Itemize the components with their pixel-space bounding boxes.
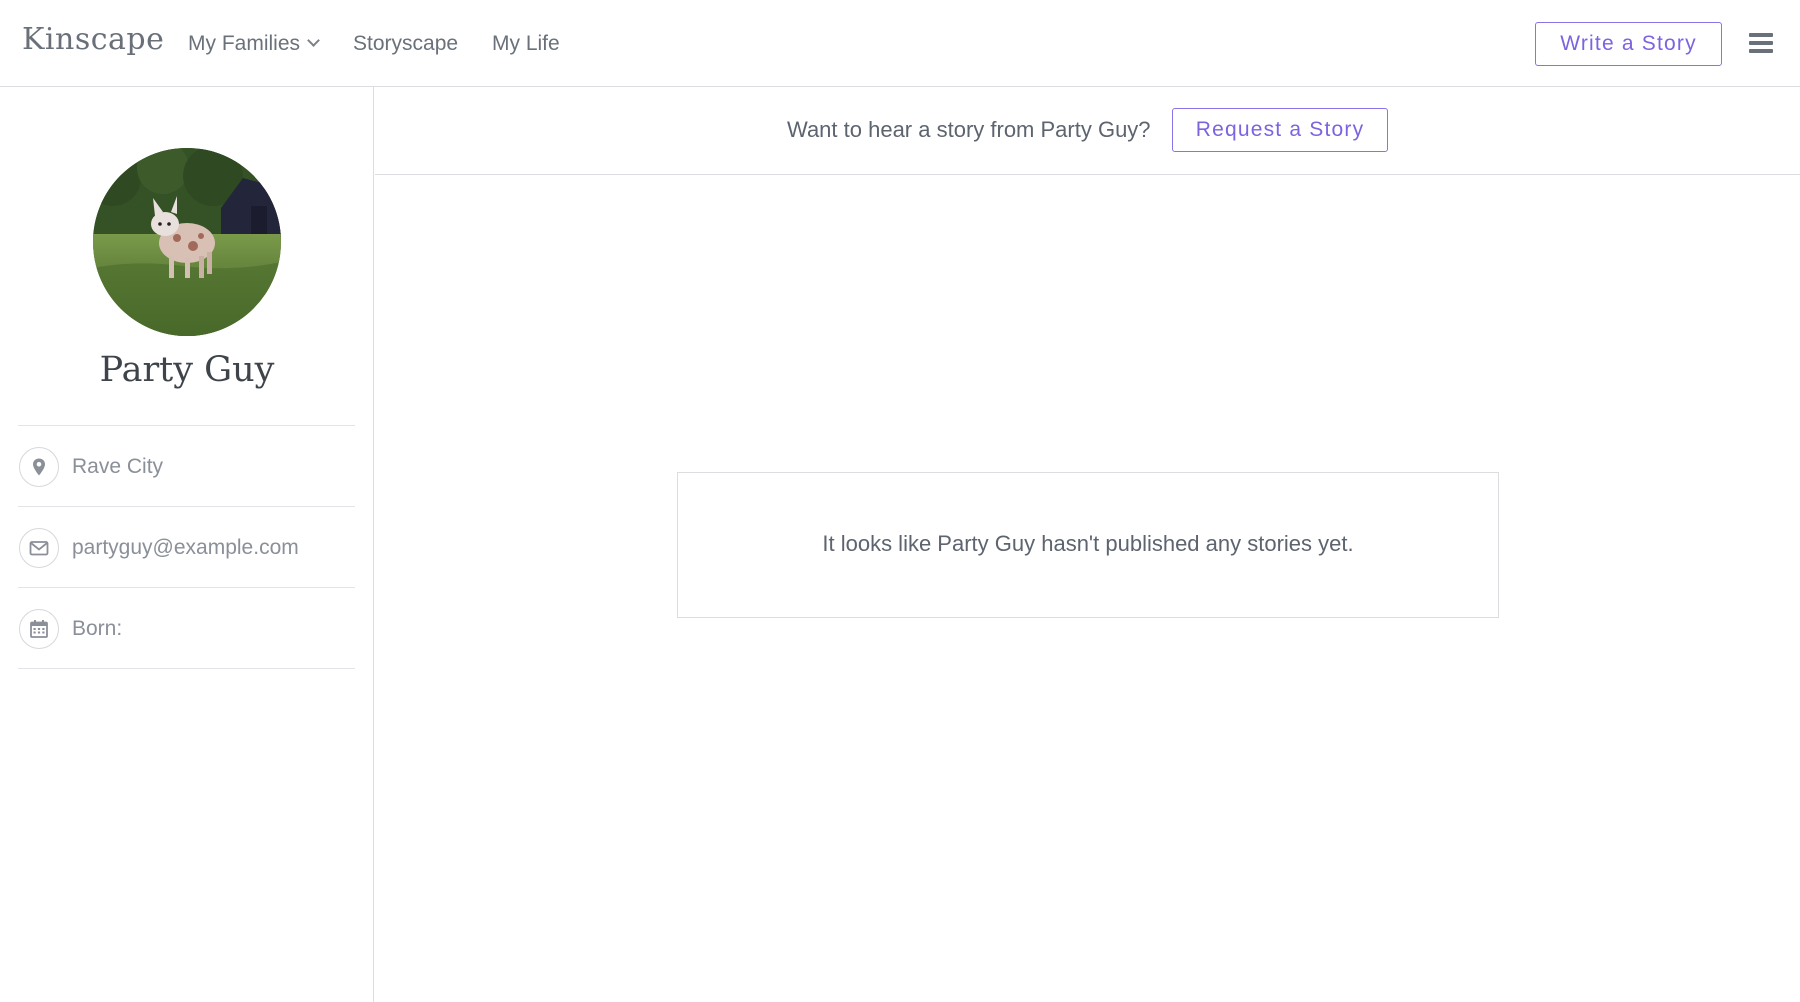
- chevron-down-icon: [307, 34, 320, 47]
- top-navigation-bar: Kinscape My Families Storyscape My Life …: [0, 0, 1800, 87]
- location-pin-icon: [19, 447, 59, 487]
- email-text[interactable]: partyguy@example.com: [72, 533, 299, 563]
- empty-stories-message: It looks like Party Guy hasn't published…: [822, 531, 1354, 556]
- avatar: [93, 148, 281, 336]
- request-story-button[interactable]: Request a Story: [1172, 108, 1388, 152]
- info-email-row: partyguy@example.com: [18, 507, 355, 588]
- location-text: Rave City: [72, 455, 164, 478]
- profile-sidebar: Party Guy Rave City partyguy@example.com: [0, 87, 374, 1002]
- profile-info-list: Rave City partyguy@example.com Born:: [18, 425, 355, 669]
- empty-stories-panel: It looks like Party Guy hasn't published…: [677, 472, 1499, 618]
- nav-storyscape[interactable]: Storyscape: [353, 30, 458, 58]
- envelope-icon: [19, 528, 59, 568]
- request-story-bar: Want to hear a story from Party Guy? Req…: [375, 87, 1800, 175]
- info-location-row: Rave City: [18, 426, 355, 507]
- write-story-button[interactable]: Write a Story: [1535, 22, 1722, 66]
- nav-my-families[interactable]: My Families: [188, 30, 320, 58]
- born-text: Born:: [72, 617, 123, 640]
- profile-photo: [93, 148, 281, 336]
- hamburger-menu-icon[interactable]: [1749, 33, 1773, 53]
- request-prompt: Want to hear a story from Party Guy?: [787, 117, 1151, 142]
- calendar-icon: [19, 609, 59, 649]
- nav-my-life[interactable]: My Life: [492, 30, 560, 58]
- kinscape-logo[interactable]: Kinscape: [22, 20, 164, 60]
- info-born-row: Born:: [18, 588, 355, 669]
- nav-my-families-label: My Families: [188, 32, 301, 55]
- profile-name: Party Guy: [99, 350, 275, 390]
